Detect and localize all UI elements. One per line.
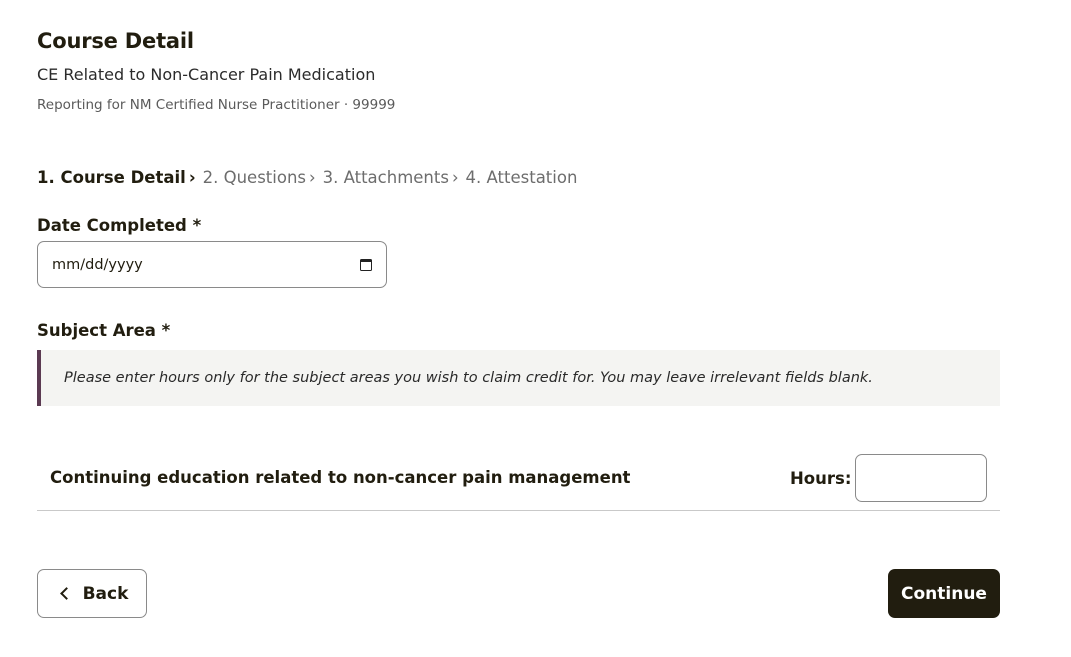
step-breadcrumb: 1. Course Detail › 2. Questions › 3. Att… — [37, 168, 577, 187]
subject-area-label: Subject Area * — [37, 321, 171, 340]
course-detail-page: Course Detail CE Related to Non-Cancer P… — [0, 0, 1071, 657]
step-separator: › — [451, 168, 459, 187]
calendar-icon[interactable] — [360, 258, 372, 271]
step-separator: › — [188, 168, 196, 187]
step-separator: › — [309, 168, 316, 187]
date-placeholder: mm/dd/yyyy — [52, 256, 143, 273]
date-completed-input[interactable]: mm/dd/yyyy — [37, 241, 387, 288]
subject-row-label: Continuing education related to non-canc… — [50, 468, 631, 487]
chevron-left-icon — [59, 587, 73, 600]
step-questions: 2. Questions — [202, 168, 307, 187]
subject-area-note: Please enter hours only for the subject … — [37, 350, 1000, 406]
subject-row: Continuing education related to non-canc… — [37, 441, 1000, 511]
hours-input[interactable] — [855, 454, 987, 502]
page-title: Course Detail — [37, 29, 194, 53]
reporting-info: Reporting for NM Certified Nurse Practit… — [37, 97, 396, 113]
course-subtitle: CE Related to Non-Cancer Pain Medication — [37, 65, 376, 84]
step-course-detail: 1. Course Detail — [37, 168, 186, 187]
step-attestation: 4. Attestation — [465, 168, 578, 187]
back-button-label: Back — [82, 583, 129, 604]
back-button[interactable]: Back — [37, 569, 147, 618]
hours-label: Hours: — [790, 469, 852, 488]
step-attachments: 3. Attachments — [322, 168, 449, 187]
continue-button[interactable]: Continue — [888, 569, 1000, 618]
date-completed-label: Date Completed * — [37, 216, 202, 235]
